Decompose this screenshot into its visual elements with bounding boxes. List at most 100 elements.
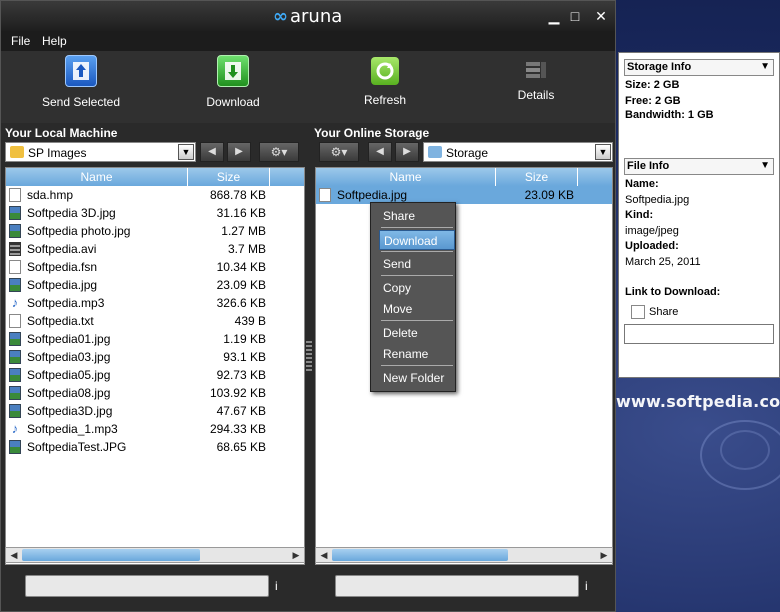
folder-icon [10,146,24,158]
list-item[interactable]: Softpedia05.jpg 92.73 KB [6,366,304,384]
download-button[interactable]: Download [173,51,293,121]
file-name: SoftpediaTest.JPG [27,440,127,454]
list-item[interactable]: Softpedia3D.jpg 47.67 KB [6,402,304,420]
image-file-icon [9,386,21,400]
image-file-icon [9,440,21,454]
title-bar: ∞ aruna ▁ □ ✕ [1,1,615,31]
download-arrow-icon [217,55,249,87]
ctx-send[interactable]: Send [379,254,455,274]
local-forward-button[interactable]: ▶ [227,142,251,162]
send-selected-label: Send Selected [41,95,121,109]
online-col-size[interactable]: Size [496,168,578,186]
file-size: 294.33 KB [209,422,266,436]
online-horizontal-scrollbar[interactable]: ◀ ▶ [315,547,613,563]
ctx-download[interactable]: Download [379,230,455,250]
local-scroll-thumb[interactable] [22,549,200,561]
list-item[interactable]: Softpedia.jpg 23.09 KB [316,186,612,204]
ctx-share[interactable]: Share [379,206,455,226]
storage-size: Size: 2 GB [625,79,680,91]
details-label: Details [517,88,555,102]
file-uploaded-value: March 25, 2011 [625,256,701,268]
download-label: Download [206,95,260,109]
file-info-header[interactable]: File Info ▼ [624,158,774,175]
local-col-name[interactable]: Name [6,168,188,186]
list-item[interactable]: Softpedia08.jpg 103.92 KB [6,384,304,402]
ctx-copy[interactable]: Copy [379,278,455,298]
scroll-right-icon[interactable]: ▶ [597,548,611,562]
download-link-field[interactable] [624,324,774,344]
storage-free: Free: 2 GB [625,95,681,107]
online-col-name[interactable]: Name [316,168,496,186]
list-item[interactable]: Softpedia.jpg 23.09 KB [6,276,304,294]
list-item[interactable]: ♪ Softpedia.mp3 326.6 KB [6,294,304,312]
list-item[interactable]: Softpedia.avi 3.7 MB [6,240,304,258]
file-size: 10.34 KB [216,260,266,274]
online-scroll-thumb[interactable] [332,549,508,561]
online-back-button[interactable]: ◀ [368,142,392,162]
image-file-icon [9,332,21,346]
file-kind-label: Kind: [625,209,654,221]
toolbar: Send Selected Download Refresh Details [1,51,615,123]
online-info-icon[interactable]: i [585,579,588,593]
list-item[interactable]: Softpedia.txt 439 B [6,312,304,330]
list-item[interactable]: sda.hmp 868.78 KB [6,186,304,204]
ctx-delete[interactable]: Delete [379,323,455,343]
chevron-down-icon[interactable]: ▼ [178,144,194,160]
document-file-icon [9,188,21,202]
menu-separator [381,365,453,366]
local-info-icon[interactable]: i [275,579,278,593]
file-size: 3.7 MB [227,242,266,256]
file-name: Softpedia.avi [27,242,97,256]
list-item[interactable]: SoftpediaTest.JPG 68.65 KB [6,438,304,456]
local-status-row: i [25,575,285,597]
online-file-list[interactable]: Name Size Softpedia.jpg 23.09 KB [315,167,613,565]
video-file-icon [9,242,21,256]
local-col-size[interactable]: Size [188,168,270,186]
chevron-down-icon: ▼ [760,160,770,171]
list-item[interactable]: Softpedia photo.jpg 1.27 MB [6,222,304,240]
online-status-row: i [335,575,595,597]
chevron-down-icon[interactable]: ▼ [595,144,611,160]
local-horizontal-scrollbar[interactable]: ◀ ▶ [5,547,305,563]
scroll-left-icon[interactable]: ◀ [7,548,21,562]
send-selected-button[interactable]: Send Selected [21,51,141,121]
file-name: Softpedia.txt [27,314,94,328]
ctx-rename[interactable]: Rename [379,344,455,364]
local-back-button[interactable]: ◀ [200,142,224,162]
scroll-right-icon[interactable]: ▶ [289,548,303,562]
upload-arrow-icon [65,55,97,87]
online-folder-select[interactable]: Storage ▼ [423,142,613,162]
close-button[interactable]: ✕ [593,8,609,24]
list-item[interactable]: Softpedia01.jpg 1.19 KB [6,330,304,348]
pane-splitter[interactable] [306,341,312,371]
refresh-button[interactable]: Refresh [325,51,445,121]
storage-info-header[interactable]: Storage Info ▼ [624,59,774,76]
local-folder-select[interactable]: SP Images ▼ [5,142,196,162]
menu-help[interactable]: Help [42,34,67,48]
info-side-panel: Storage Info ▼ Size: 2 GB Free: 2 GB Ban… [618,52,780,378]
details-button[interactable]: Details [476,51,596,121]
image-file-icon [9,224,21,238]
list-item[interactable]: Softpedia.fsn 10.34 KB [6,258,304,276]
gear-icon: ⚙▾ [270,145,288,159]
ctx-move[interactable]: Move [379,299,455,319]
minimize-button[interactable]: ▁ [546,8,562,24]
ctx-new-folder[interactable]: New Folder [379,368,455,388]
online-forward-button[interactable]: ▶ [395,142,419,162]
list-item[interactable]: Softpedia 3D.jpg 31.16 KB [6,204,304,222]
menu-file[interactable]: File [11,34,30,48]
local-nav-row: SP Images ▼ ◀ ▶ ⚙▾ [5,142,305,164]
storage-info-title: Storage Info [627,61,692,73]
local-settings-button[interactable]: ⚙▾ [259,142,299,162]
share-checkbox[interactable] [631,305,645,319]
file-size: 868.78 KB [209,188,266,202]
list-item[interactable]: ♪ Softpedia_1.mp3 294.33 KB [6,420,304,438]
online-settings-button[interactable]: ⚙▾ [319,142,359,162]
document-file-icon [9,260,21,274]
file-name: Softpedia 3D.jpg [27,206,116,220]
file-size: 93.1 KB [223,350,266,364]
maximize-button[interactable]: □ [567,8,583,24]
list-item[interactable]: Softpedia03.jpg 93.1 KB [6,348,304,366]
scroll-left-icon[interactable]: ◀ [317,548,331,562]
local-file-list[interactable]: Name Size sda.hmp 868.78 KB Softpedia 3D.j… [5,167,305,565]
